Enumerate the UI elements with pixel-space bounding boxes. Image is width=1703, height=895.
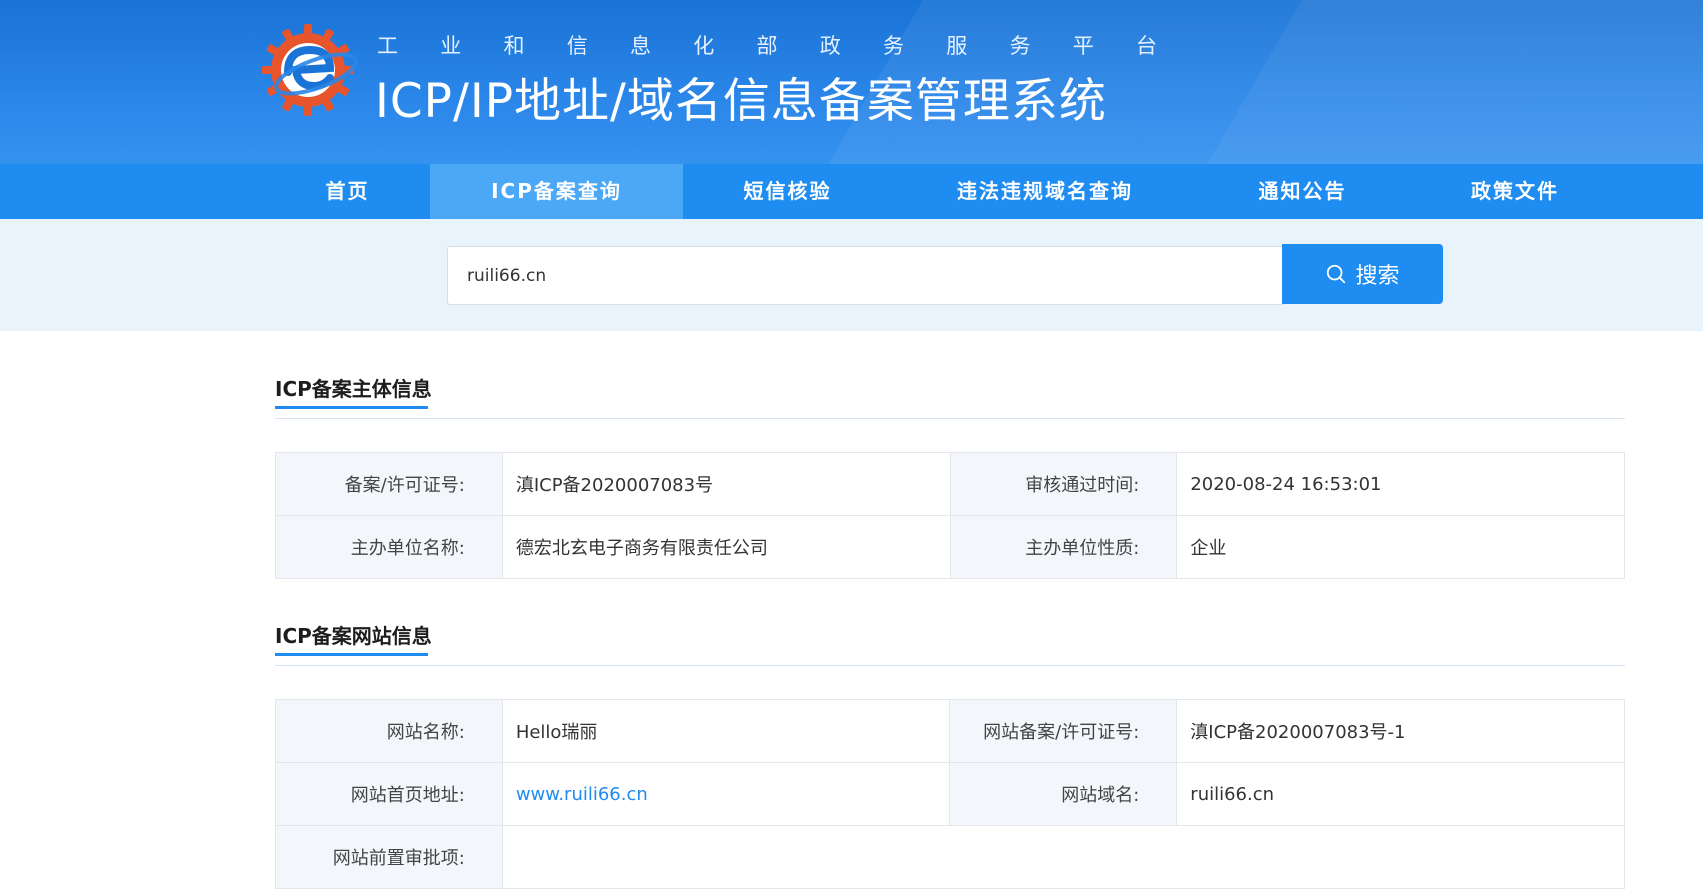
value-approval-time: 2020-08-24 16:53:01: [1176, 452, 1625, 516]
table-row: 主办单位名称: 德宏北玄电子商务有限责任公司 主办单位性质: 企业: [275, 515, 1625, 579]
section-underline: [275, 653, 428, 656]
subtitle-char: 工: [377, 34, 398, 58]
homepage-url-link[interactable]: www.ruili66.cn: [516, 784, 648, 805]
subtitle-char: 和: [503, 34, 525, 58]
search-button-label: 搜索: [1355, 264, 1400, 289]
site-header: 工 业 和 信 息 化 部 政 务 服 务 平 台 ICP/IP地址/域名信息备案管理系统: [0, 0, 1703, 164]
label-homepage-url: 网站首页地址:: [275, 762, 503, 826]
page-title: ICP/IP地址/域名信息备案管理系统: [375, 74, 1107, 129]
subtitle-char: 部: [756, 34, 778, 58]
table-row: 网站名称: Hello瑞丽 网站备案/许可证号: 滇ICP备2020007083…: [275, 699, 1625, 763]
nav-home[interactable]: 首页: [275, 164, 420, 219]
subtitle-char: 务: [883, 34, 904, 58]
label-organizer-name: 主办单位名称:: [275, 515, 503, 579]
table-row: 备案/许可证号: 滇ICP备2020007083号 审核通过时间: 2020-0…: [275, 452, 1625, 516]
section-title-website: ICP备案网站信息: [275, 624, 432, 648]
value-organizer-type: 企业: [1176, 515, 1625, 579]
table-row: 网站首页地址: www.ruili66.cn 网站域名: ruili66.cn: [275, 762, 1625, 826]
nav-sms-verify[interactable]: 短信核验: [700, 164, 875, 219]
subtitle-char: 服: [946, 34, 968, 58]
section-underline: [275, 406, 428, 409]
section-title-subject: ICP备案主体信息: [275, 377, 432, 401]
value-site-name: Hello瑞丽: [501, 699, 951, 763]
label-license-no: 备案/许可证号:: [275, 452, 503, 516]
label-site-license-no: 网站备案/许可证号:: [949, 699, 1178, 763]
nav-illegal-domain-query[interactable]: 违法违规域名查询: [925, 164, 1165, 219]
value-site-domain: ruili66.cn: [1176, 762, 1625, 826]
subtitle-char: 平: [1072, 34, 1094, 58]
nav-policy-docs[interactable]: 政策文件: [1430, 164, 1600, 219]
search-button[interactable]: 搜索: [1282, 244, 1443, 304]
nav-notices[interactable]: 通知公告: [1215, 164, 1390, 219]
label-pre-approval: 网站前置审批项:: [275, 825, 503, 889]
label-site-name: 网站名称:: [275, 699, 503, 763]
header-subtitle: 工业和信息化部政务服务平台: [377, 30, 1157, 60]
value-organizer-name: 德宏北玄电子商务有限责任公司: [501, 515, 951, 579]
label-organizer-type: 主办单位性质:: [949, 515, 1178, 579]
value-pre-approval: [501, 825, 1626, 889]
table-row: 网站前置审批项:: [275, 825, 1626, 889]
subtitle-char: 务: [1009, 34, 1031, 58]
main-nav: 首页 ICP备案查询 短信核验 违法违规域名查询 通知公告 政策文件: [0, 164, 1703, 219]
label-approval-time: 审核通过时间:: [949, 452, 1178, 516]
section-divider: [275, 418, 1625, 419]
search-input[interactable]: [447, 246, 1283, 305]
subtitle-char: 台: [1136, 34, 1157, 58]
section-divider: [275, 665, 1625, 666]
website-info-table: 网站名称: Hello瑞丽 网站备案/许可证号: 滇ICP备2020007083…: [275, 699, 1626, 889]
subtitle-char: 业: [440, 34, 462, 58]
search-band: 搜索: [0, 219, 1703, 331]
miit-logo-icon[interactable]: [258, 20, 358, 120]
subtitle-char: 信: [566, 34, 588, 58]
subtitle-char: 息: [630, 34, 651, 58]
value-license-no: 滇ICP备2020007083号: [501, 452, 951, 516]
subtitle-char: 化: [693, 34, 715, 58]
nav-icp-query[interactable]: ICP备案查询: [430, 164, 683, 219]
search-icon: [1327, 264, 1346, 284]
label-site-domain: 网站域名:: [949, 762, 1178, 826]
subject-info-table: 备案/许可证号: 滇ICP备2020007083号 审核通过时间: 2020-0…: [275, 452, 1625, 579]
value-site-license-no: 滇ICP备2020007083号-1: [1176, 699, 1625, 763]
value-homepage-url-cell: www.ruili66.cn: [501, 762, 951, 826]
subtitle-char: 政: [819, 34, 841, 58]
